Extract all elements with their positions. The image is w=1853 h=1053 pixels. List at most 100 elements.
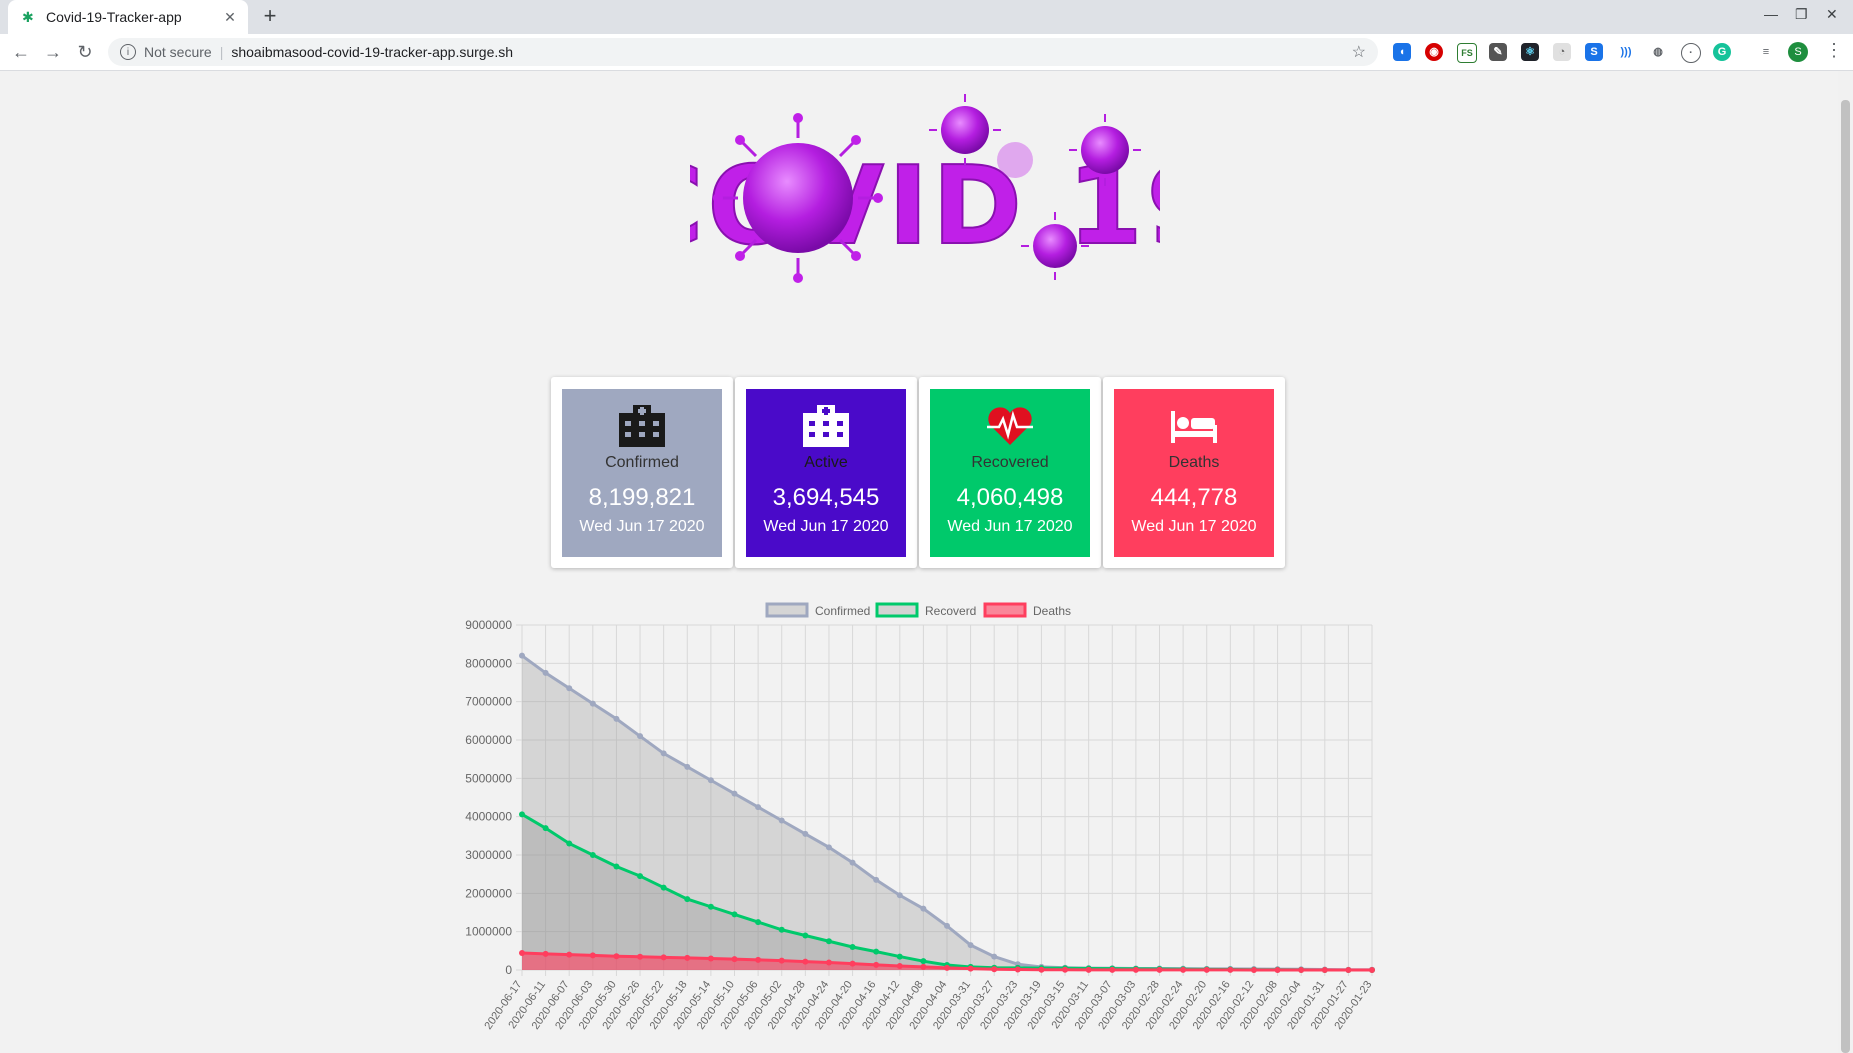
extension-icon[interactable]: ◉ <box>1425 43 1443 61</box>
back-icon[interactable]: ← <box>10 41 32 63</box>
data-point <box>660 750 667 757</box>
forward-icon[interactable]: → <box>42 41 64 63</box>
extension-icon[interactable]: ))) <box>1617 43 1635 61</box>
data-point <box>660 884 667 891</box>
bookmark-star-icon[interactable]: ☆ <box>1352 42 1366 62</box>
hospital-icon <box>619 405 665 447</box>
data-point <box>519 949 525 956</box>
data-point <box>589 700 596 707</box>
avatar[interactable]: S <box>1788 42 1808 62</box>
heartbeat-icon <box>987 407 1033 445</box>
data-point <box>755 956 762 963</box>
data-point <box>566 951 573 958</box>
data-point <box>802 830 809 837</box>
card-label: Confirmed <box>605 454 679 471</box>
globe-icon[interactable]: ◍ <box>1649 43 1667 61</box>
data-point <box>519 811 525 818</box>
data-point <box>873 876 880 883</box>
new-tab-button[interactable]: + <box>258 5 282 29</box>
data-point <box>1156 966 1163 973</box>
grammarly-icon[interactable]: G <box>1713 43 1731 61</box>
card-panel: Active 3,694,545 Wed Jun 17 2020 <box>746 389 906 557</box>
extension-icon[interactable]: FS <box>1457 43 1477 63</box>
close-tab-icon[interactable]: ✕ <box>222 9 238 25</box>
card-date: Wed Jun 17 2020 <box>947 518 1073 535</box>
playlist-icon[interactable]: ≡ <box>1757 43 1775 61</box>
y-tick-label: 2000000 <box>465 886 512 900</box>
data-point <box>519 652 525 659</box>
y-tick-label: 9000000 <box>465 618 512 632</box>
data-point <box>849 859 856 866</box>
data-point <box>566 685 573 692</box>
data-point <box>825 938 832 945</box>
card-value: 444,778 <box>1150 484 1238 511</box>
data-point <box>755 804 762 811</box>
security-label: Not secure <box>144 44 212 60</box>
data-point <box>589 952 596 959</box>
data-point <box>755 919 762 926</box>
data-point <box>778 957 785 964</box>
data-point <box>542 669 549 676</box>
y-tick-label: 5000000 <box>465 771 512 785</box>
data-point <box>896 892 903 899</box>
minimize-icon[interactable]: — <box>1764 6 1778 22</box>
data-point <box>944 922 950 929</box>
extension-icon[interactable]: ⚛ <box>1521 43 1539 61</box>
data-point <box>731 911 738 918</box>
data-point <box>920 958 927 965</box>
data-point <box>825 844 832 851</box>
recovered-card: Recovered 4,060,498 Wed Jun 17 2020 <box>919 377 1101 568</box>
extension-icon[interactable]: ◖ <box>1393 43 1411 61</box>
data-point <box>991 953 998 960</box>
extension-icon[interactable]: · <box>1681 43 1701 63</box>
extension-icon[interactable]: ◔ <box>1553 43 1571 61</box>
hospital-icon <box>803 405 849 447</box>
scrollbar-thumb[interactable] <box>1841 100 1850 1053</box>
data-point <box>684 763 691 770</box>
data-point <box>967 965 974 972</box>
data-point <box>896 953 903 960</box>
data-point <box>1274 966 1281 973</box>
data-point <box>731 790 738 797</box>
card-date: Wed Jun 17 2020 <box>1131 518 1257 535</box>
extension-icon[interactable]: S <box>1585 43 1603 61</box>
data-point <box>707 955 714 962</box>
card-value: 3,694,545 <box>772 484 880 511</box>
extension-icon[interactable]: ✎ <box>1489 43 1507 61</box>
close-window-icon[interactable]: ✕ <box>1826 6 1838 23</box>
data-point <box>1014 966 1021 973</box>
card-panel: Deaths 444,778 Wed Jun 17 2020 <box>1114 389 1274 557</box>
legend-label: Deaths <box>1033 604 1071 618</box>
data-point <box>896 962 903 969</box>
legend-label: Recoverd <box>925 604 976 618</box>
data-point <box>944 964 950 971</box>
info-icon[interactable]: i <box>120 44 136 60</box>
tab-title: Covid-19-Tracker-app <box>46 9 182 25</box>
reload-icon[interactable]: ↻ <box>74 41 96 63</box>
confirmed-card: Confirmed 8,199,821 Wed Jun 17 2020 <box>551 377 733 568</box>
data-point <box>778 926 785 933</box>
menu-kebab-icon[interactable]: ⋮ <box>1825 40 1843 61</box>
legend-swatch <box>983 602 1027 618</box>
card-panel: Recovered 4,060,498 Wed Jun 17 2020 <box>930 389 1090 557</box>
card-value: 8,199,821 <box>588 484 696 511</box>
deaths-card: Deaths 444,778 Wed Jun 17 2020 <box>1103 377 1285 568</box>
browser-tab[interactable]: ✱ Covid-19-Tracker-app ✕ <box>8 0 248 34</box>
card-date: Wed Jun 17 2020 <box>763 518 889 535</box>
covid-logo: COVID 19 <box>690 94 1160 283</box>
data-point <box>566 840 573 847</box>
y-tick-label: 1000000 <box>465 925 512 939</box>
data-point <box>1038 966 1045 973</box>
active-card: Active 3,694,545 Wed Jun 17 2020 <box>735 377 917 568</box>
restore-icon[interactable]: ❐ <box>1795 6 1808 23</box>
card-label: Deaths <box>1168 454 1220 471</box>
data-point <box>542 825 549 832</box>
url-text[interactable]: shoaibmasood-covid-19-tracker-app.surge.… <box>231 44 513 60</box>
data-point <box>873 961 880 968</box>
data-point <box>589 852 596 858</box>
data-point <box>849 960 856 967</box>
data-point <box>684 896 691 903</box>
data-point <box>778 817 785 824</box>
address-bar[interactable]: i Not secure | shoaibmasood-covid-19-tra… <box>108 38 1378 66</box>
data-point <box>637 733 644 740</box>
